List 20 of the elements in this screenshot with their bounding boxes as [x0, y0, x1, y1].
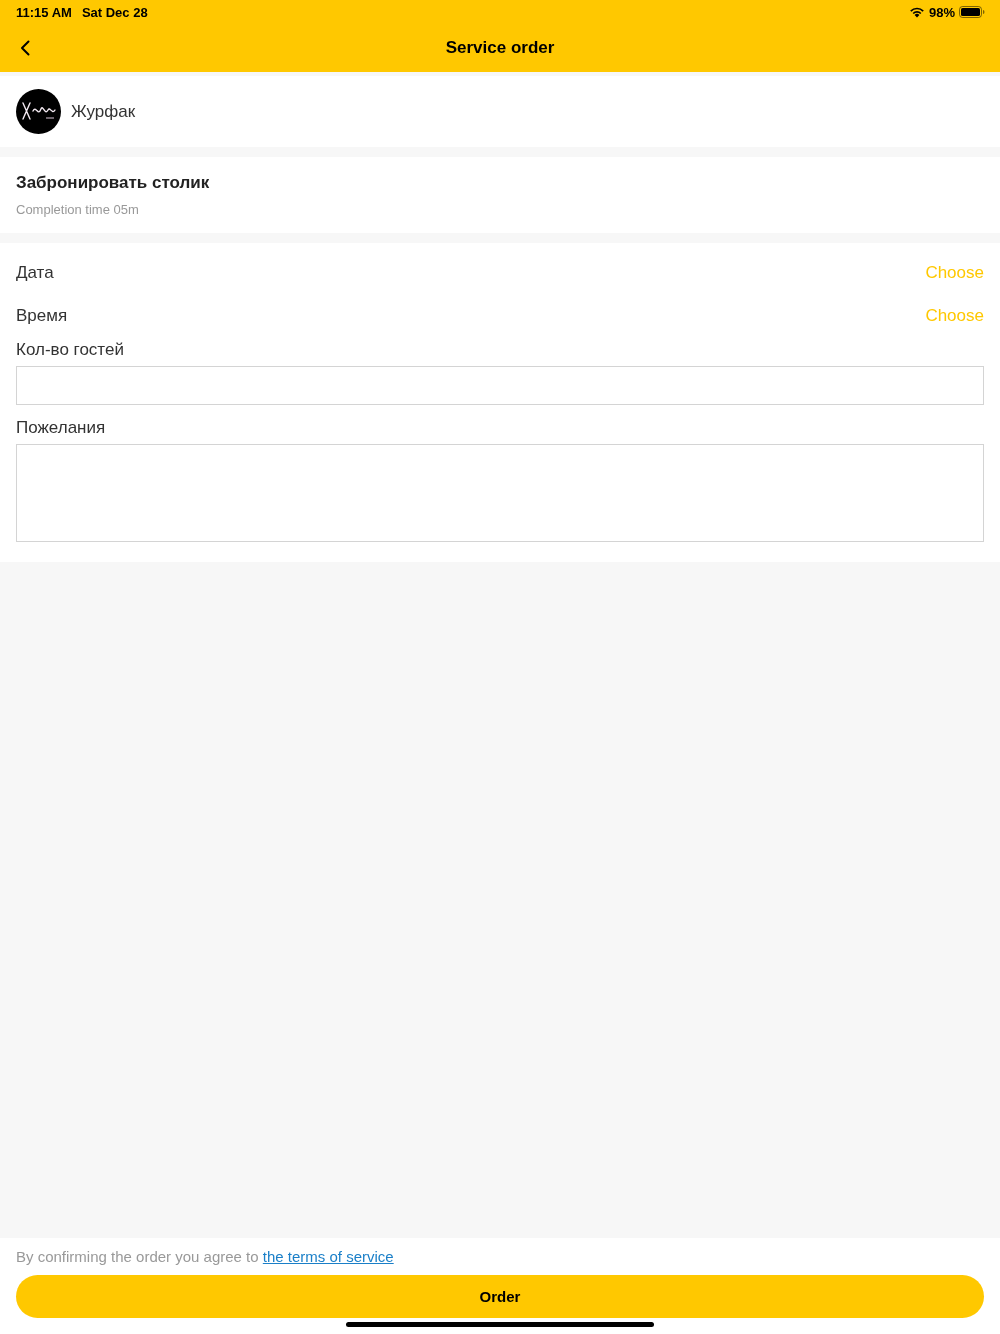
field-label: Пожелания — [16, 418, 107, 438]
agreement-text: By confirming the order you agree to the terms of service — [16, 1248, 395, 1266]
text-area[interactable] — [16, 444, 984, 542]
field-label: Кол-во гостей — [16, 340, 125, 360]
completion-time: Completion time 05m — [16, 202, 140, 217]
battery-icon — [959, 6, 985, 18]
status-date: Sat Dec 28 — [81, 4, 148, 20]
field-label: Время — [16, 305, 68, 326]
order-button[interactable]: Order — [16, 1275, 984, 1318]
wifi-icon — [908, 6, 925, 18]
shop-logo-icon — [16, 89, 61, 134]
shop-name: Журфак — [71, 101, 136, 122]
battery-percent: 98% — [928, 4, 955, 20]
input-field[interactable] — [16, 366, 984, 405]
service-title: Забронировать столик — [16, 173, 211, 193]
page-title: Service order — [445, 38, 555, 58]
back-chevron-icon — [20, 40, 30, 56]
status-time: 11:15 AM — [16, 4, 72, 20]
terms-link[interactable]: the terms of service — [262, 1248, 394, 1265]
field-label: Дата — [16, 262, 54, 283]
